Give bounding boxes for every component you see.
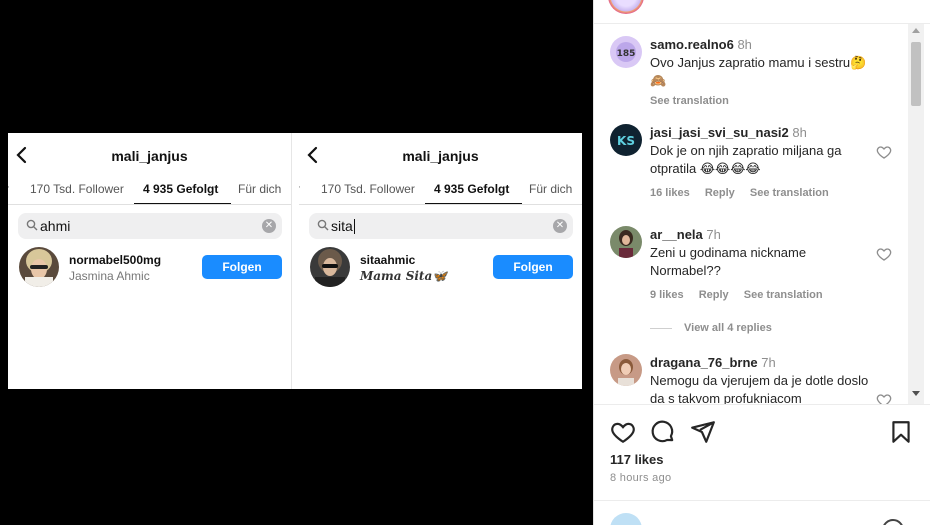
comment-text: Nemogu da vjerujem da je dotle doslo da … — [650, 373, 869, 404]
search-field: ahmi ✕ — [18, 213, 282, 239]
avatar — [610, 513, 642, 525]
comments-list[interactable]: 185 samo.realno6 8h Ovo Janjus zapratio … — [594, 24, 908, 404]
comment-text: Ovo Janjus zapratio mamu i sestru🤔🙈 — [650, 55, 867, 88]
tab-followers: 170 Tsd. Follower — [321, 182, 415, 196]
share-send-icon[interactable] — [690, 419, 716, 445]
post-likes-count[interactable]: 117 likes — [610, 452, 664, 467]
like-heart-icon[interactable] — [610, 419, 636, 445]
comment-meta: 16 likes Reply See translation — [650, 184, 880, 202]
tab-followers: 170 Tsd. Follower — [30, 182, 124, 196]
view-replies-button[interactable]: View all 4 replies — [650, 322, 772, 334]
follow-button: Folgen — [202, 255, 282, 279]
reply-link[interactable]: Reply — [705, 187, 735, 199]
result-username: normabel500mg — [69, 253, 162, 267]
tab-for-you: Für dich — [529, 182, 573, 196]
tabs-divider — [8, 204, 291, 205]
avatar — [19, 247, 59, 287]
comment-time[interactable]: 8h — [737, 37, 751, 52]
comment-meta: 9 likes Reply See translation — [650, 286, 880, 304]
view-replies-label: View all 4 replies — [684, 322, 772, 334]
result-fullname: Jasmina Ahmic — [69, 269, 150, 283]
emoji-icon[interactable] — [882, 519, 904, 525]
tab-for-you: Für dich — [238, 182, 282, 196]
see-translation-link[interactable]: See translation — [744, 289, 823, 301]
avatar[interactable] — [610, 354, 642, 386]
comment-text: Dok je on njih zapratio miljana ga otpra… — [650, 143, 842, 176]
comment-username[interactable]: ar__nela — [650, 227, 703, 242]
see-translation-link[interactable]: See translation — [750, 187, 829, 199]
comment-username[interactable]: dragana_76_brne — [650, 355, 758, 370]
panel-divider — [291, 133, 299, 389]
comment-text: Zeni u godinama nickname Normabel?? — [650, 245, 807, 278]
post-media[interactable]: mali_janjus r 170 Tsd. Follower 4 935 Ge… — [0, 0, 593, 525]
search-field: sita ✕ — [309, 213, 573, 239]
avatar[interactable]: KS — [610, 124, 642, 156]
comment-bubble-icon[interactable] — [650, 419, 676, 445]
post-actions: 117 likes 8 hours ago — [594, 404, 930, 500]
search-query: ahmi — [40, 218, 71, 234]
tabs-divider — [299, 204, 582, 205]
profile-title: mali_janjus — [402, 148, 479, 164]
replies-line — [650, 327, 672, 329]
author-avatar[interactable] — [608, 0, 644, 14]
search-query-text: sita — [331, 218, 353, 234]
comment-body: jasi_jasi_svi_su_nasi2 8h Dok je on njih… — [650, 124, 880, 202]
follow-tabs: r 170 Tsd. Follower 4 935 Gefolgt Für di… — [8, 179, 291, 205]
tab-following: 4 935 Gefolgt — [434, 182, 510, 196]
comment-time[interactable]: 7h — [706, 227, 720, 242]
result-fullname: 𝑴𝒂𝒎𝒂 𝑺𝒊𝒕𝒂🦋 — [360, 269, 448, 283]
tab-following: 4 935 Gefolgt — [143, 182, 219, 196]
like-heart-icon[interactable] — [876, 392, 892, 404]
follow-tabs: r 170 Tsd. Follower 4 935 Gefolgt Für di… — [299, 179, 582, 205]
comment-time[interactable]: 7h — [761, 355, 775, 370]
comment-body: ar__nela 7h Zeni u godinama nickname Nor… — [650, 226, 880, 304]
embedded-screenshot: mali_janjus r 170 Tsd. Follower 4 935 Ge… — [8, 133, 582, 389]
profile-header: mali_janjus — [299, 143, 582, 169]
scroll-down-arrow-icon[interactable] — [912, 391, 920, 396]
follow-button: Folgen — [493, 255, 573, 279]
comments-sidebar: 185 samo.realno6 8h Ovo Janjus zapratio … — [593, 0, 930, 525]
search-icon — [26, 219, 38, 231]
text-caret — [353, 219, 355, 234]
like-heart-icon[interactable] — [876, 246, 892, 262]
like-heart-icon[interactable] — [876, 144, 892, 160]
result-username: sitaahmic — [360, 253, 416, 267]
comment-time[interactable]: 8h — [792, 125, 806, 140]
add-comment-bar — [594, 500, 930, 525]
tab-partial: r — [8, 182, 9, 196]
avatar — [310, 247, 350, 287]
search-icon — [317, 219, 329, 231]
comment-username[interactable]: samo.realno6 — [650, 37, 734, 52]
screenshot-panel-right: mali_janjus r 170 Tsd. Follower 4 935 Ge… — [299, 133, 582, 389]
likes-count[interactable]: 16 likes — [650, 187, 690, 199]
comments-scrollbar[interactable] — [908, 24, 924, 404]
avatar-text: 185 — [617, 49, 636, 59]
reply-link[interactable]: Reply — [699, 289, 729, 301]
screenshot-panel-left: mali_janjus r 170 Tsd. Follower 4 935 Ge… — [8, 133, 291, 389]
search-query: sita — [331, 218, 355, 234]
clear-icon: ✕ — [553, 219, 567, 233]
comment-body: samo.realno6 8h Ovo Janjus zapratio mamu… — [650, 36, 880, 110]
comment-meta: See translation — [650, 92, 880, 110]
search-result: normabel500mg Jasmina Ahmic Folgen — [19, 247, 283, 289]
tab-partial: r — [299, 182, 300, 196]
avatar-text: KS — [617, 134, 635, 148]
instagram-post-view: mali_janjus r 170 Tsd. Follower 4 935 Ge… — [0, 0, 930, 525]
likes-count[interactable]: 9 likes — [650, 289, 684, 301]
bookmark-icon[interactable] — [888, 419, 914, 445]
comment-username[interactable]: jasi_jasi_svi_su_nasi2 — [650, 125, 789, 140]
see-translation-link[interactable]: See translation — [650, 95, 729, 107]
avatar[interactable] — [610, 226, 642, 258]
scrollbar-thumb[interactable] — [911, 42, 921, 106]
scroll-up-arrow-icon[interactable] — [912, 28, 920, 33]
avatar[interactable]: 185 — [610, 36, 642, 68]
post-header — [594, 0, 930, 24]
post-timestamp: 8 hours ago — [610, 472, 672, 484]
profile-header: mali_janjus — [8, 143, 291, 169]
profile-title: mali_janjus — [111, 148, 188, 164]
clear-icon: ✕ — [262, 219, 276, 233]
search-result: sitaahmic 𝑴𝒂𝒎𝒂 𝑺𝒊𝒕𝒂🦋 Folgen — [310, 247, 574, 289]
comment-body: dragana_76_brne 7h Nemogu da vjerujem da… — [650, 354, 880, 404]
